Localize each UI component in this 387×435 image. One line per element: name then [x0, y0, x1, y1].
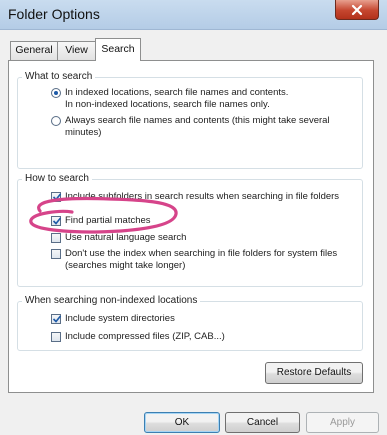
checkbox-find-partial-matches[interactable]: [51, 216, 62, 226]
checkbox-dont-use-index-label: Don't use the index when searching in fi…: [65, 248, 338, 259]
checkmark-icon: [52, 217, 62, 225]
checkbox-include-subfolders-label: Include subfolders in search results whe…: [65, 191, 340, 202]
cancel-button[interactable]: Cancel: [225, 412, 300, 433]
radio-always-search[interactable]: [51, 116, 61, 126]
ok-label: OK: [174, 417, 190, 428]
restore-defaults-label: Restore Defaults: [276, 367, 352, 378]
search-tab-panel: What to search In indexed locations, sea…: [8, 60, 374, 393]
title-bar[interactable]: Folder Options: [0, 0, 387, 30]
window-title: Folder Options: [8, 6, 100, 22]
checkbox-include-compressed-files[interactable]: [51, 332, 61, 342]
tab-search-label: Search: [101, 43, 135, 55]
checkbox-dont-use-index[interactable]: [51, 249, 61, 259]
radio-indexed-locations-label-line2: In non-indexed locations, search file na…: [65, 99, 270, 110]
checkbox-include-compressed-files-label: Include compressed files (ZIP, CAB...): [65, 331, 225, 342]
radio-indexed-locations-label: In indexed locations, search file names …: [65, 87, 289, 98]
checkmark-icon: [52, 193, 62, 201]
restore-defaults-button[interactable]: Restore Defaults: [265, 362, 363, 384]
radio-always-search-label-line2: minutes): [65, 127, 102, 138]
checkbox-natural-language-search-label: Use natural language search: [65, 232, 187, 243]
checkbox-include-subfolders[interactable]: [51, 192, 62, 202]
checkbox-natural-language-search[interactable]: [51, 233, 61, 243]
tab-general[interactable]: General: [10, 41, 58, 60]
close-icon: [351, 4, 363, 15]
checkbox-include-system-directories[interactable]: [51, 314, 62, 324]
close-button[interactable]: [335, 0, 379, 20]
checkbox-dont-use-index-label-line2: (searches might take longer): [65, 260, 186, 271]
how-to-search-label: How to search: [22, 173, 92, 185]
folder-options-dialog: Folder Options General View Search What …: [0, 0, 387, 435]
non-indexed-group: [17, 301, 363, 351]
tab-view[interactable]: View: [57, 41, 96, 60]
checkmark-icon: [52, 315, 62, 323]
tab-search[interactable]: Search: [95, 38, 141, 61]
radio-always-search-label: Always search file names and contents (t…: [65, 115, 330, 126]
tab-view-label: View: [65, 44, 88, 56]
apply-label: Apply: [329, 417, 355, 428]
tab-general-label: General: [15, 44, 53, 56]
apply-button[interactable]: Apply: [306, 412, 379, 433]
checkbox-include-system-directories-label: Include system directories: [65, 313, 175, 324]
cancel-label: Cancel: [246, 417, 279, 428]
non-indexed-label: When searching non-indexed locations: [22, 295, 201, 307]
radio-indexed-locations[interactable]: [51, 88, 61, 98]
checkbox-find-partial-matches-label: Find partial matches: [65, 215, 151, 226]
ok-button[interactable]: OK: [144, 412, 220, 433]
what-to-search-label: What to search: [22, 71, 96, 83]
